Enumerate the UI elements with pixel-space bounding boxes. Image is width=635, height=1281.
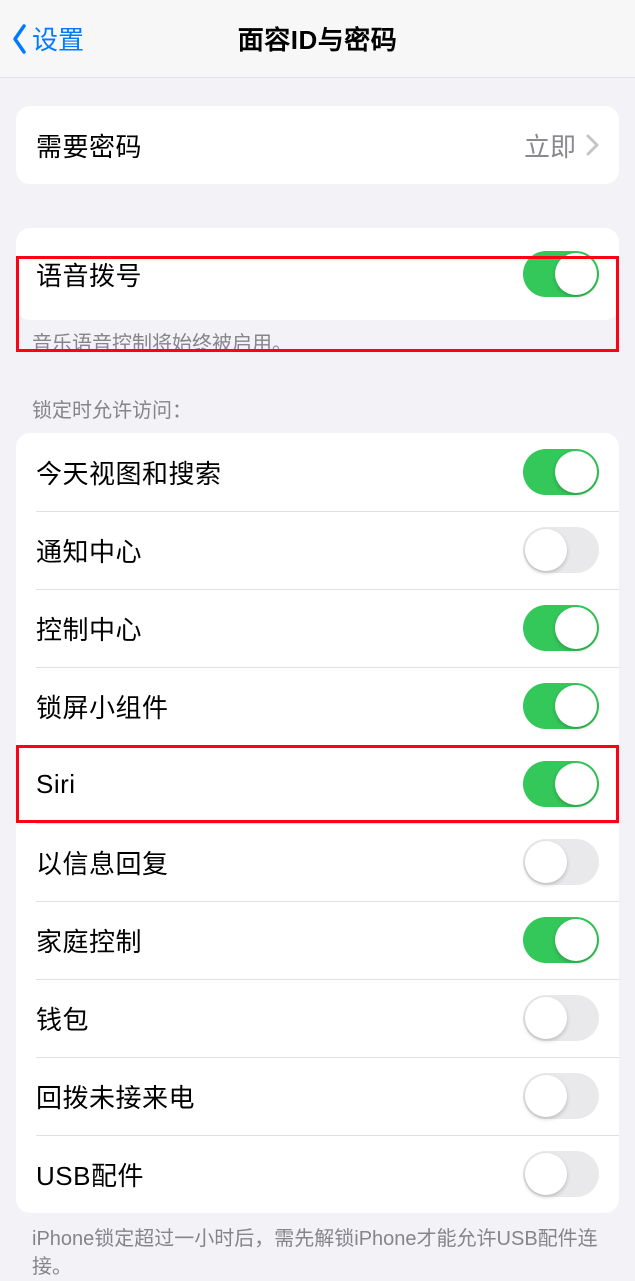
navbar: 设置 面容ID与密码 [0, 0, 635, 78]
lock-item-row: 通知中心 [16, 511, 619, 589]
voice-dial-group: 语音拨号 [16, 228, 619, 320]
lock-item-row: 控制中心 [16, 589, 619, 667]
lock-item-toggle[interactable] [523, 1073, 599, 1119]
lock-item-label: Siri [36, 769, 76, 800]
require-passcode-value: 立即 [524, 127, 576, 164]
usb-footer: iPhone锁定超过一小时后，需先解锁iPhone才能允许USB配件连接。 [0, 1213, 635, 1281]
lock-item-row: Siri [16, 745, 619, 823]
lock-item-label: 家庭控制 [36, 922, 142, 959]
lock-item-toggle[interactable] [523, 917, 599, 963]
lock-item-row: 钱包 [16, 979, 619, 1057]
lock-item-row: USB配件 [16, 1135, 619, 1213]
require-passcode-label: 需要密码 [36, 127, 142, 164]
require-passcode-row[interactable]: 需要密码 立即 [16, 106, 619, 184]
lock-item-label: 控制中心 [36, 610, 142, 647]
lock-item-label: 通知中心 [36, 532, 142, 569]
lock-item-label: USB配件 [36, 1156, 144, 1193]
lock-item-toggle[interactable] [523, 995, 599, 1041]
page-title: 面容ID与密码 [238, 20, 398, 57]
lock-item-label: 钱包 [36, 1000, 89, 1037]
lock-item-toggle[interactable] [523, 1151, 599, 1197]
lock-item-toggle[interactable] [523, 449, 599, 495]
lock-item-row: 回拨未接来电 [16, 1057, 619, 1135]
lock-access-group: 今天视图和搜索通知中心控制中心锁屏小组件 Siri 以信息回复家庭控制钱包回拨未接来… [16, 433, 619, 1213]
lock-item-label: 锁屏小组件 [36, 688, 169, 725]
lock-item-label: 以信息回复 [36, 844, 169, 881]
back-label: 设置 [32, 20, 84, 57]
lock-item-row: 以信息回复 [16, 823, 619, 901]
back-button[interactable]: 设置 [0, 20, 84, 57]
lock-item-toggle[interactable] [523, 605, 599, 651]
chevron-left-icon [10, 22, 30, 56]
voice-dial-toggle[interactable] [523, 251, 599, 297]
lock-access-header: 锁定时允许访问： [0, 358, 635, 433]
lock-item-label: 回拨未接来电 [36, 1078, 195, 1115]
lock-item-toggle[interactable] [523, 683, 599, 729]
voice-dial-label: 语音拨号 [36, 256, 142, 293]
require-passcode-group: 需要密码 立即 [16, 106, 619, 184]
lock-item-toggle[interactable] [523, 839, 599, 885]
voice-dial-footer: 音乐语音控制将始终被启用。 [0, 320, 635, 358]
lock-item-label: 今天视图和搜索 [36, 454, 222, 491]
lock-item-row: 家庭控制 [16, 901, 619, 979]
lock-item-toggle[interactable] [523, 527, 599, 573]
lock-item-row: 锁屏小组件 [16, 667, 619, 745]
lock-item-toggle[interactable] [523, 761, 599, 807]
voice-dial-row: 语音拨号 [16, 228, 619, 320]
lock-item-row: 今天视图和搜索 [16, 433, 619, 511]
chevron-right-icon [586, 134, 599, 156]
